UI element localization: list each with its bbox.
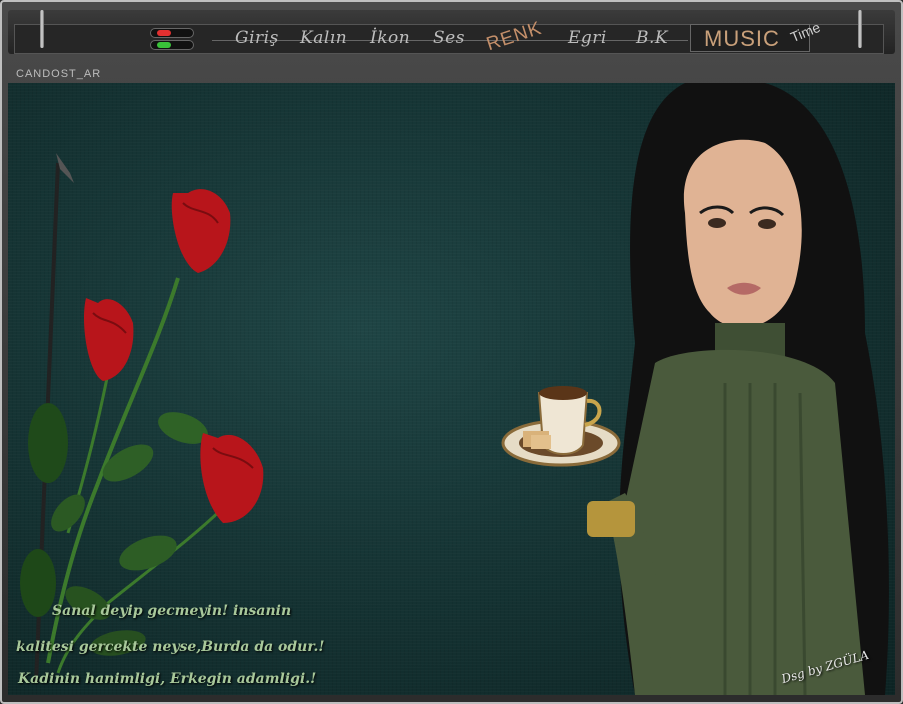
- green-led-icon: [157, 42, 171, 48]
- menu-kalin[interactable]: Kalın: [300, 28, 347, 48]
- toggle-bottom[interactable]: [150, 40, 194, 50]
- left-post: [40, 10, 44, 48]
- menu-bk[interactable]: B.K: [636, 28, 668, 48]
- brand-label: CANDOST_AR: [16, 68, 102, 80]
- menu-ses[interactable]: Ses: [433, 28, 465, 48]
- right-post: [858, 10, 862, 48]
- quote-line-2: kalitesi gercekte neyse,Burda da odur.!: [16, 639, 325, 655]
- quote-line-1: Sanal deyip gecmeyin! insanin: [52, 603, 292, 619]
- menu-giris[interactable]: Giriş: [235, 28, 279, 48]
- menu-egri[interactable]: Egri: [568, 28, 607, 48]
- toggle-top[interactable]: [150, 28, 194, 38]
- red-led-icon: [157, 30, 171, 36]
- quote-line-3: Kadinin hanimligi, Erkegin adamligi.!: [18, 671, 317, 687]
- menu-ikon[interactable]: İkon: [370, 28, 410, 48]
- background-image: Sanal deyip gecmeyin! insanin kalitesi g…: [8, 83, 895, 695]
- coffee-cup-image: [501, 386, 621, 467]
- toggle-switch-icon[interactable]: [150, 28, 194, 50]
- music-label[interactable]: MUSIC: [704, 26, 780, 52]
